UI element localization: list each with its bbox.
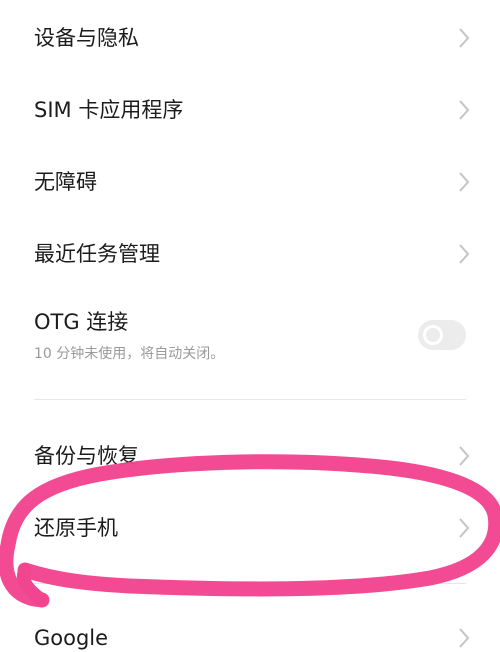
toggle-knob <box>423 325 443 345</box>
otg-toggle-switch[interactable] <box>418 320 466 350</box>
chevron-right-icon <box>459 628 470 648</box>
chevron-right-icon <box>459 518 470 538</box>
settings-item-google[interactable]: Google <box>0 602 500 652</box>
section-divider <box>34 399 466 400</box>
settings-item-accessibility[interactable]: 无障碍 <box>0 144 500 216</box>
settings-item-label: OTG 连接 <box>34 310 129 334</box>
chevron-right-icon <box>459 244 470 264</box>
settings-item-label: 无障碍 <box>34 170 97 194</box>
settings-item-label: 还原手机 <box>34 516 118 540</box>
settings-item-label: 最近任务管理 <box>34 242 160 266</box>
chevron-right-icon <box>459 446 470 466</box>
settings-item-otg[interactable]: OTG 连接 10 分钟未使用，将自动关闭。 <box>0 290 500 398</box>
settings-item-device-privacy[interactable]: 设备与隐私 <box>0 0 500 72</box>
settings-item-reset-phone[interactable]: 还原手机 <box>0 492 500 564</box>
section-divider <box>34 583 466 584</box>
settings-item-sim-apps[interactable]: SIM 卡应用程序 <box>0 72 500 144</box>
settings-item-label: 设备与隐私 <box>34 26 139 50</box>
chevron-right-icon <box>459 172 470 192</box>
settings-item-recent-tasks[interactable]: 最近任务管理 <box>0 216 500 290</box>
settings-item-label: SIM 卡应用程序 <box>34 98 184 122</box>
settings-item-label: Google <box>34 626 109 650</box>
settings-item-label: 备份与恢复 <box>34 444 139 468</box>
chevron-right-icon <box>459 28 470 48</box>
settings-item-backup-restore[interactable]: 备份与恢复 <box>0 420 500 492</box>
settings-item-subtitle: 10 分钟未使用，将自动关闭。 <box>34 346 225 362</box>
chevron-right-icon <box>459 100 470 120</box>
